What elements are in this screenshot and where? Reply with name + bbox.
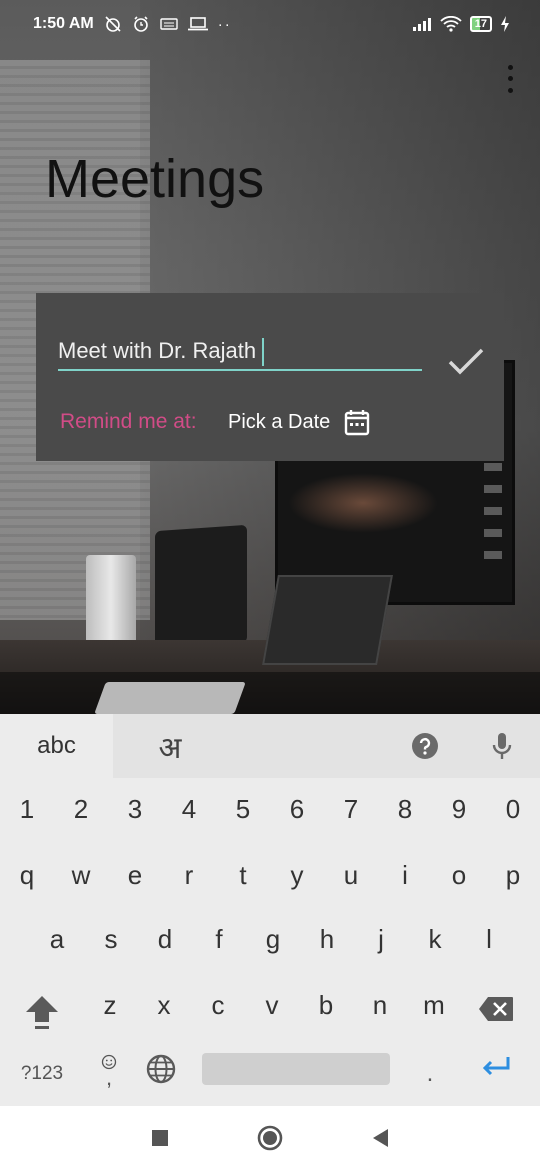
- key-o[interactable]: o: [432, 848, 486, 902]
- alarm-off-icon: [105, 16, 121, 32]
- back-icon[interactable]: [371, 1128, 389, 1148]
- key-e[interactable]: e: [108, 848, 162, 902]
- period-key[interactable]: .: [416, 1054, 444, 1094]
- remind-label: Remind me at:: [60, 410, 197, 433]
- key-1[interactable]: 1: [0, 782, 54, 836]
- key-2[interactable]: 2: [54, 782, 108, 836]
- key-b[interactable]: b: [299, 978, 353, 1032]
- more-dots-icon: ··: [217, 15, 232, 33]
- key-g[interactable]: g: [246, 912, 300, 966]
- key-s[interactable]: s: [84, 912, 138, 966]
- key-9[interactable]: 9: [432, 782, 486, 836]
- system-nav-bar: [0, 1106, 540, 1170]
- symbols-key[interactable]: ?123: [14, 1054, 70, 1094]
- speaker-image: [155, 524, 247, 650]
- key-x[interactable]: x: [137, 978, 191, 1032]
- status-bar: 1:50 AM ·· 17: [0, 0, 540, 48]
- status-time: 1:50 AM: [33, 15, 94, 32]
- laptop-icon: [187, 17, 208, 31]
- key-t[interactable]: t: [216, 848, 270, 902]
- key-a[interactable]: a: [30, 912, 84, 966]
- key-8[interactable]: 8: [378, 782, 432, 836]
- mic-icon[interactable]: [490, 731, 514, 761]
- battery-icon: 17: [469, 16, 492, 32]
- key-l[interactable]: l: [462, 912, 516, 966]
- tab-abc[interactable]: abc: [0, 714, 113, 778]
- check-icon[interactable]: [446, 341, 486, 381]
- meeting-title-value: Meet with Dr. Rajath: [58, 338, 257, 363]
- globe-icon[interactable]: [146, 1054, 176, 1084]
- key-d[interactable]: d: [138, 912, 192, 966]
- key-y[interactable]: y: [270, 848, 324, 902]
- backspace-icon[interactable]: [478, 996, 514, 1022]
- space-key[interactable]: [202, 1053, 390, 1085]
- wifi-icon: [440, 16, 462, 32]
- key-c[interactable]: c: [191, 978, 245, 1032]
- tab-hindi[interactable]: अ: [140, 714, 200, 778]
- signal-icon: [412, 18, 431, 31]
- key-r[interactable]: r: [162, 848, 216, 902]
- key-q[interactable]: q: [0, 848, 54, 902]
- key-m[interactable]: m: [407, 978, 461, 1032]
- key-0[interactable]: 0: [486, 782, 540, 836]
- pick-date-button[interactable]: Pick a Date: [228, 411, 330, 434]
- emoji-comma-key[interactable]: ,: [92, 1046, 126, 1094]
- keyboard-toolbar: abc अ: [0, 714, 540, 778]
- text-cursor: [262, 338, 265, 367]
- key-v[interactable]: v: [245, 978, 299, 1032]
- cup-image: [86, 555, 136, 651]
- key-i[interactable]: i: [378, 848, 432, 902]
- help-icon[interactable]: [411, 732, 439, 760]
- alarm-icon: [133, 16, 148, 32]
- new-meeting-card: Meet with Dr. Rajath Remind me at: Pick …: [36, 293, 504, 461]
- key-f[interactable]: f: [192, 912, 246, 966]
- key-7[interactable]: 7: [324, 782, 378, 836]
- overflow-menu-icon[interactable]: [498, 62, 522, 96]
- recents-icon[interactable]: [151, 1129, 169, 1147]
- page-title: Meetings: [45, 149, 265, 209]
- enter-icon[interactable]: [480, 1054, 512, 1080]
- key-z[interactable]: z: [83, 978, 137, 1032]
- comma-key-label: ,: [105, 1065, 113, 1090]
- key-4[interactable]: 4: [162, 782, 216, 836]
- shift-icon[interactable]: [22, 992, 62, 1032]
- charging-icon: [501, 16, 509, 32]
- calendar-icon[interactable]: [344, 408, 370, 436]
- keyboard-image: [94, 682, 246, 714]
- battery-level: 17: [474, 18, 487, 30]
- meeting-title-input[interactable]: Meet with Dr. Rajath: [58, 333, 422, 371]
- key-j[interactable]: j: [354, 912, 408, 966]
- key-n[interactable]: n: [353, 978, 407, 1032]
- key-3[interactable]: 3: [108, 782, 162, 836]
- soft-keyboard: abc अ 1234567890 qwertyuiop asdfghjkl zx…: [0, 714, 540, 1106]
- key-u[interactable]: u: [324, 848, 378, 902]
- home-icon[interactable]: [257, 1125, 283, 1151]
- laptop-image: [262, 575, 393, 665]
- key-k[interactable]: k: [408, 912, 462, 966]
- key-6[interactable]: 6: [270, 782, 324, 836]
- key-p[interactable]: p: [486, 848, 540, 902]
- key-5[interactable]: 5: [216, 782, 270, 836]
- key-w[interactable]: w: [54, 848, 108, 902]
- keyboard-icon: [160, 18, 178, 30]
- key-h[interactable]: h: [300, 912, 354, 966]
